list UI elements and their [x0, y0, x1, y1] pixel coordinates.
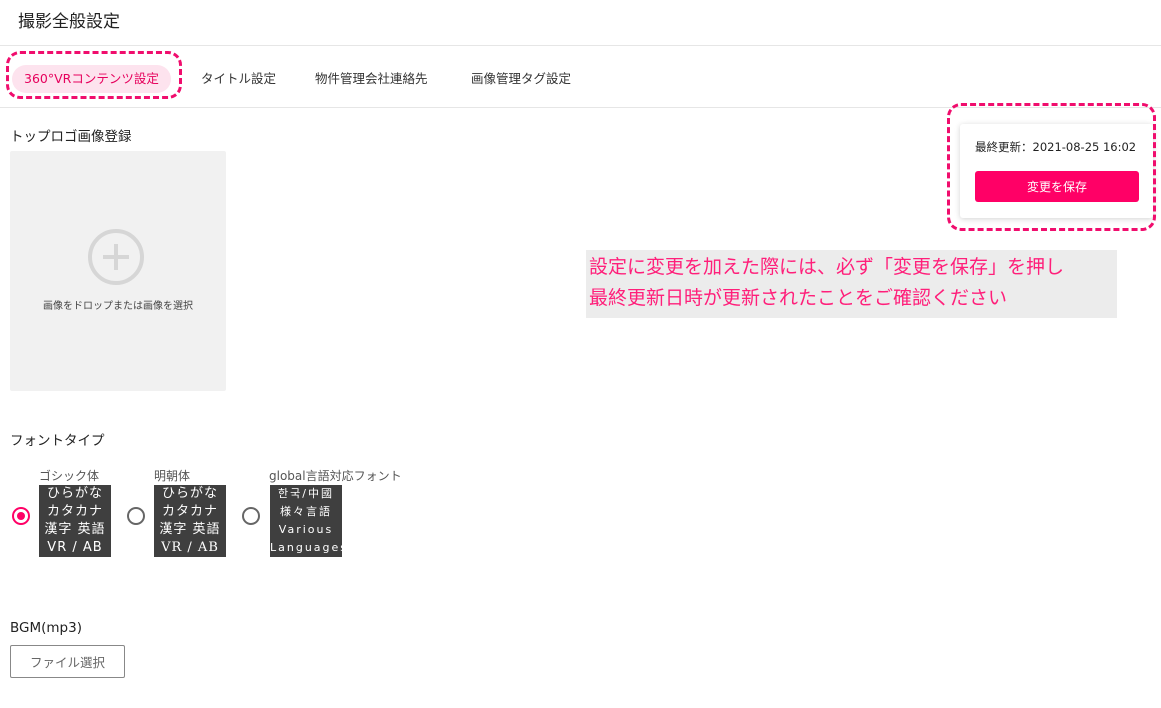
sample-line: 漢字 英語 — [159, 522, 221, 537]
sample-line: 한국/中國 — [278, 487, 334, 500]
file-select-button[interactable]: ファイル選択 — [10, 645, 125, 678]
top-logo-label: トップロゴ画像登録 — [10, 129, 132, 145]
font-sample-mincho: ひらがな カタカナ 漢字 英語 VR / AB — [154, 485, 226, 557]
logo-dropzone[interactable]: 画像をドロップまたは画像を選択 — [10, 151, 226, 391]
sample-line: 漢字 英語 — [44, 522, 106, 537]
tab-title-settings[interactable]: タイトル設定 — [201, 65, 276, 93]
page-header: 撮影全般設定 — [0, 0, 1161, 46]
font-sample-gothic: ひらがな カタカナ 漢字 英語 VR / AB — [39, 485, 111, 557]
sample-line: Various — [278, 523, 334, 536]
font-radio-global[interactable] — [242, 507, 260, 525]
tab-highlight-annotation — [6, 51, 182, 99]
page-title: 撮影全般設定 — [18, 12, 120, 32]
save-reminder-note: 設定に変更を加えた際には、必ず「変更を保存」を押し 最終更新日時が更新されたこと… — [586, 250, 1117, 318]
note-line-2: 最終更新日時が更新されたことをご確認ください — [589, 287, 1008, 309]
font-option-global-label: global言語対応フォント — [269, 469, 402, 483]
sample-line: Languages — [270, 541, 349, 554]
font-option-gothic-label: ゴシック体 — [39, 469, 100, 483]
note-line-1: 設定に変更を加えた際には、必ず「変更を保存」を押し — [589, 256, 1065, 278]
sample-line: カタカナ — [46, 504, 103, 519]
dropzone-text: 画像をドロップまたは画像を選択 — [43, 301, 193, 312]
sample-line: VR / AB — [161, 540, 219, 555]
sample-line: 様々言語 — [280, 505, 332, 518]
bgm-label: BGM(mp3) — [10, 620, 82, 636]
font-sample-global: 한국/中國 様々言語 Various Languages — [270, 485, 349, 557]
font-type-label: フォントタイプ — [10, 433, 105, 449]
tab-management-contact[interactable]: 物件管理会社連絡先 — [315, 65, 428, 93]
sample-line: ひらがな — [161, 486, 218, 501]
sample-line: カタカナ — [161, 504, 218, 519]
plus-circle-icon — [88, 229, 144, 285]
sample-line: ひらがな — [46, 486, 103, 501]
font-radio-gothic[interactable] — [12, 507, 30, 525]
tab-image-tag-settings[interactable]: 画像管理タグ設定 — [471, 65, 571, 93]
save-panel-highlight-annotation — [947, 103, 1156, 231]
font-option-mincho-label: 明朝体 — [154, 469, 191, 483]
sample-line: VR / AB — [47, 540, 103, 555]
font-radio-mincho[interactable] — [127, 507, 145, 525]
